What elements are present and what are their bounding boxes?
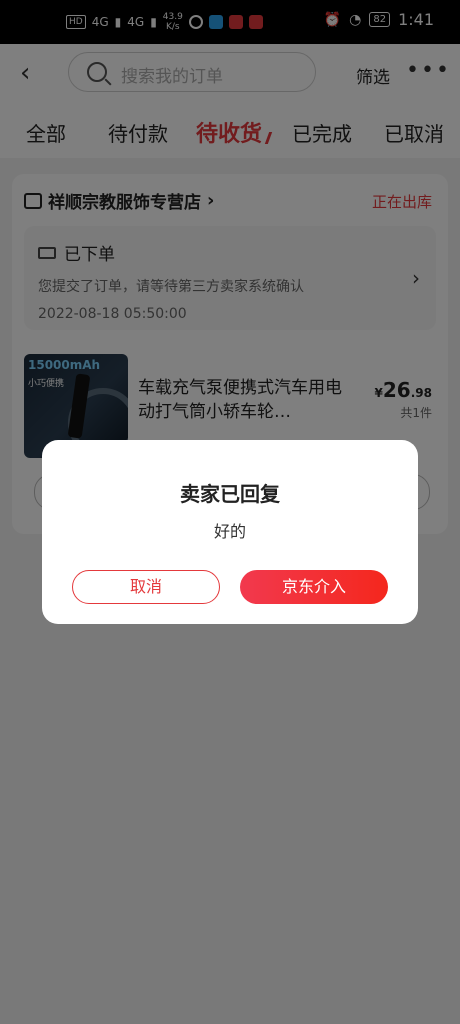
dialog-title: 卖家已回复 xyxy=(180,482,280,506)
jd-intervene-button[interactable]: 京东介入 xyxy=(240,570,388,604)
seller-reply-dialog: 卖家已回复 好的 取消 京东介入 xyxy=(42,440,418,624)
cancel-button[interactable]: 取消 xyxy=(72,570,220,604)
dialog-message: 好的 xyxy=(213,522,246,541)
